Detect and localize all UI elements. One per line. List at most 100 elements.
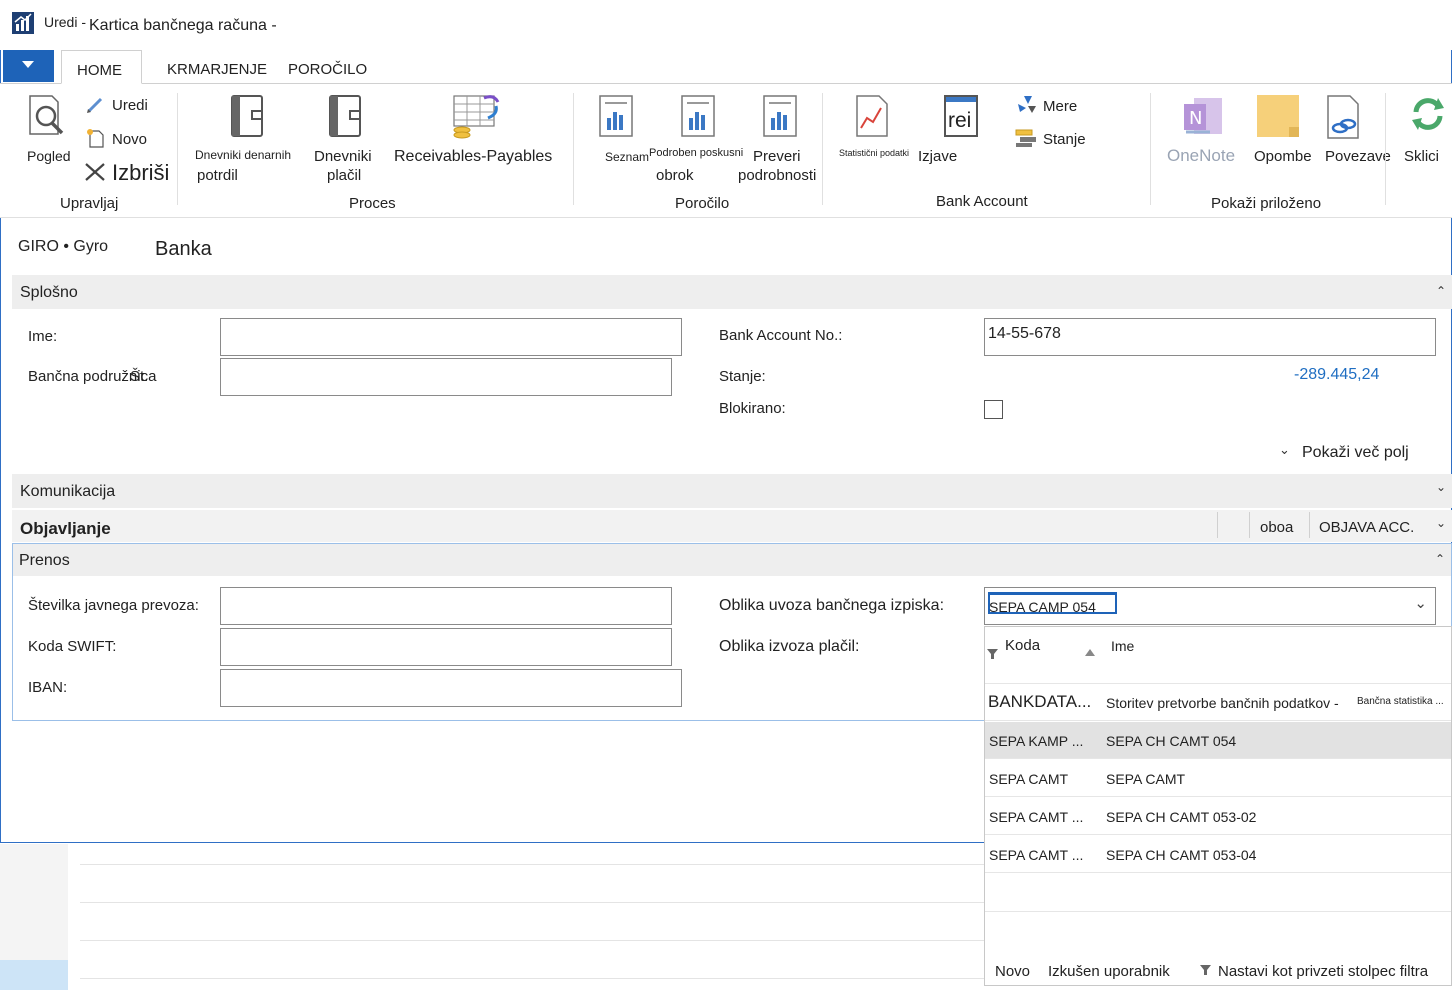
swift-code-field[interactable]	[220, 628, 672, 666]
section-communication-header[interactable]: Komunikacija ⌄	[12, 474, 1452, 508]
dropdown-row[interactable]: SEPA CAMT ... SEPA CH CAMT 053-02	[985, 798, 1451, 835]
bank-account-no-field[interactable]: 14-55-678	[984, 318, 1436, 356]
dropdown-empty-row	[985, 874, 1451, 912]
dropdown-new-button[interactable]: Novo	[995, 963, 1030, 980]
statistics-button[interactable]: Statistični podatki	[839, 148, 909, 158]
bank-branch-no-overlay: Št.	[130, 368, 149, 385]
statements-icon: rei	[944, 95, 978, 137]
notes-button[interactable]: Opombe	[1254, 148, 1312, 165]
bank-account-no-value: 14-55-678	[988, 325, 1061, 342]
tab-navigate[interactable]: KRMARJENJE	[167, 61, 267, 78]
detail-trial-report-icon	[681, 95, 715, 137]
cash-receipt-journals-label2: potrdil	[197, 167, 238, 184]
section-posting-header[interactable]: Objavljanje oboa OBJAVA ACC. ⌄	[12, 510, 1452, 542]
dropdown-row[interactable]: SEPA CAMT ... SEPA CH CAMT 053-04	[985, 836, 1451, 873]
group-bank-account-label: Bank Account	[936, 193, 1028, 210]
section-general-title: Splošno	[20, 284, 78, 301]
transit-no-label: Številka javnega prevoza:	[28, 597, 199, 614]
chevron-down-icon	[22, 61, 34, 68]
dropdown-row[interactable]: BANKDATA... Storitev pretvorbe bančnih p…	[985, 684, 1451, 721]
dimensions-button[interactable]: Mere	[1043, 98, 1077, 115]
list-report-icon	[599, 95, 633, 137]
chevron-down-icon: ⌄	[1435, 516, 1446, 530]
filter-icon	[987, 649, 998, 659]
cash-receipt-journal-icon	[231, 95, 263, 137]
payment-journals-button[interactable]: Dnevniki	[314, 148, 372, 165]
dropdown-row[interactable]: SEPA CAMT SEPA CAMT	[985, 760, 1451, 797]
balance-button[interactable]: Stanje	[1043, 131, 1086, 148]
section-transfer-header[interactable]: Prenos ⌃	[13, 544, 1451, 576]
background-selected-item	[0, 960, 68, 990]
chevron-down-icon[interactable]: ⌄	[1414, 594, 1427, 612]
check-details-report-icon	[763, 95, 797, 137]
ribbon-separator	[177, 93, 178, 205]
refresh-button[interactable]: Sklici	[1404, 148, 1439, 165]
posting-divider	[1309, 512, 1310, 538]
blocked-label: Blokirano:	[719, 400, 786, 417]
dropdown-row-code: SEPA CAMT ...	[989, 847, 1084, 863]
view-button[interactable]	[26, 94, 72, 140]
transit-no-field[interactable]	[220, 587, 672, 625]
cash-receipt-journals-button[interactable]: Dnevniki denarnih	[195, 148, 291, 162]
statements-icon-text: rei	[948, 109, 972, 132]
ribbon-separator	[822, 93, 823, 205]
breadcrumb: GIRO • Gyro	[18, 238, 109, 255]
show-more-fields-link[interactable]: Pokaži več polj	[1302, 444, 1409, 462]
background-divider	[80, 902, 985, 903]
delete-button[interactable]: Izbriši	[112, 160, 169, 186]
detail-trial-balance-label2: obrok	[656, 167, 694, 184]
background-divider	[80, 864, 985, 865]
ribbon-separator	[1385, 93, 1386, 205]
group-report-label: Poročilo	[675, 195, 730, 212]
tab-home[interactable]: HOME	[61, 50, 142, 84]
background-divider	[80, 940, 985, 941]
delete-icon	[85, 163, 105, 181]
statements-button[interactable]: Izjave	[918, 148, 957, 165]
onenote-button[interactable]: OneNote	[1167, 146, 1235, 166]
iban-label: IBAN:	[28, 679, 68, 696]
window-title: Kartica bančnega računa -	[89, 17, 277, 34]
import-format-select[interactable]: SEPA CAMP 054 ⌄	[984, 587, 1436, 625]
balance-value-link[interactable]: -289.445,24	[1294, 366, 1379, 384]
receivables-payables-icon	[453, 95, 500, 139]
dropdown-row-name: Storitev pretvorbe bančnih podatkov -	[1106, 695, 1339, 711]
blocked-checkbox[interactable]	[984, 400, 1003, 419]
dropdown-column-name[interactable]: Ime	[1111, 638, 1134, 654]
posting-divider	[1249, 512, 1250, 538]
view-label: Pogled	[27, 148, 71, 164]
receivables-payables-button[interactable]: Receivables-Payables	[394, 148, 552, 166]
dropdown-row-selected[interactable]: SEPA KAMP ... SEPA CH CAMT 054	[985, 722, 1451, 759]
notes-icon	[1257, 95, 1299, 137]
svg-text:N: N	[1189, 108, 1202, 129]
iban-field[interactable]	[220, 669, 682, 707]
section-general-header[interactable]: Splošno ⌃	[12, 275, 1452, 309]
edit-button[interactable]: Uredi	[112, 97, 148, 114]
new-button[interactable]: Novo	[112, 131, 147, 148]
refresh-icon	[1412, 98, 1444, 130]
import-format-label: Oblika uvoza bančnega izpiska:	[719, 597, 945, 614]
list-report-button[interactable]: Seznam	[605, 150, 649, 164]
dropdown-column-code[interactable]: Koda	[1005, 637, 1040, 654]
bank-branch-field[interactable]	[220, 358, 672, 396]
dropdown-set-default-filter-button[interactable]: Nastavi kot privzeti stolpec filtra	[1218, 963, 1428, 980]
filter-icon	[1200, 965, 1211, 975]
dropdown-row-code: SEPA KAMP ...	[989, 733, 1084, 749]
page-title: Banka	[155, 238, 212, 260]
links-button[interactable]: Povezave	[1325, 148, 1391, 165]
dropdown-row-name: SEPA CH CAMT 053-02	[1106, 809, 1257, 825]
dropdown-row-code: SEPA CAMT ...	[989, 809, 1084, 825]
dropdown-advanced-button[interactable]: Izkušen uporabnik	[1048, 963, 1170, 980]
check-details-button[interactable]: Preveri	[753, 148, 801, 165]
tab-report[interactable]: POROČILO	[288, 61, 367, 78]
chevron-up-icon: ⌃	[1435, 284, 1446, 298]
app-logo-icon	[12, 12, 34, 34]
balance-icon	[1015, 129, 1036, 147]
background-divider	[80, 978, 985, 979]
tab-home-label: HOME	[77, 62, 122, 79]
new-icon	[87, 129, 104, 148]
name-field[interactable]	[220, 318, 682, 356]
import-format-value: SEPA CAMP 054	[989, 599, 1096, 615]
group-manage-label: Upravljaj	[60, 195, 119, 212]
dropdown-row-name: SEPA CH CAMT 054	[1106, 733, 1237, 749]
detail-trial-balance-button[interactable]: Podroben poskusni	[649, 147, 743, 159]
